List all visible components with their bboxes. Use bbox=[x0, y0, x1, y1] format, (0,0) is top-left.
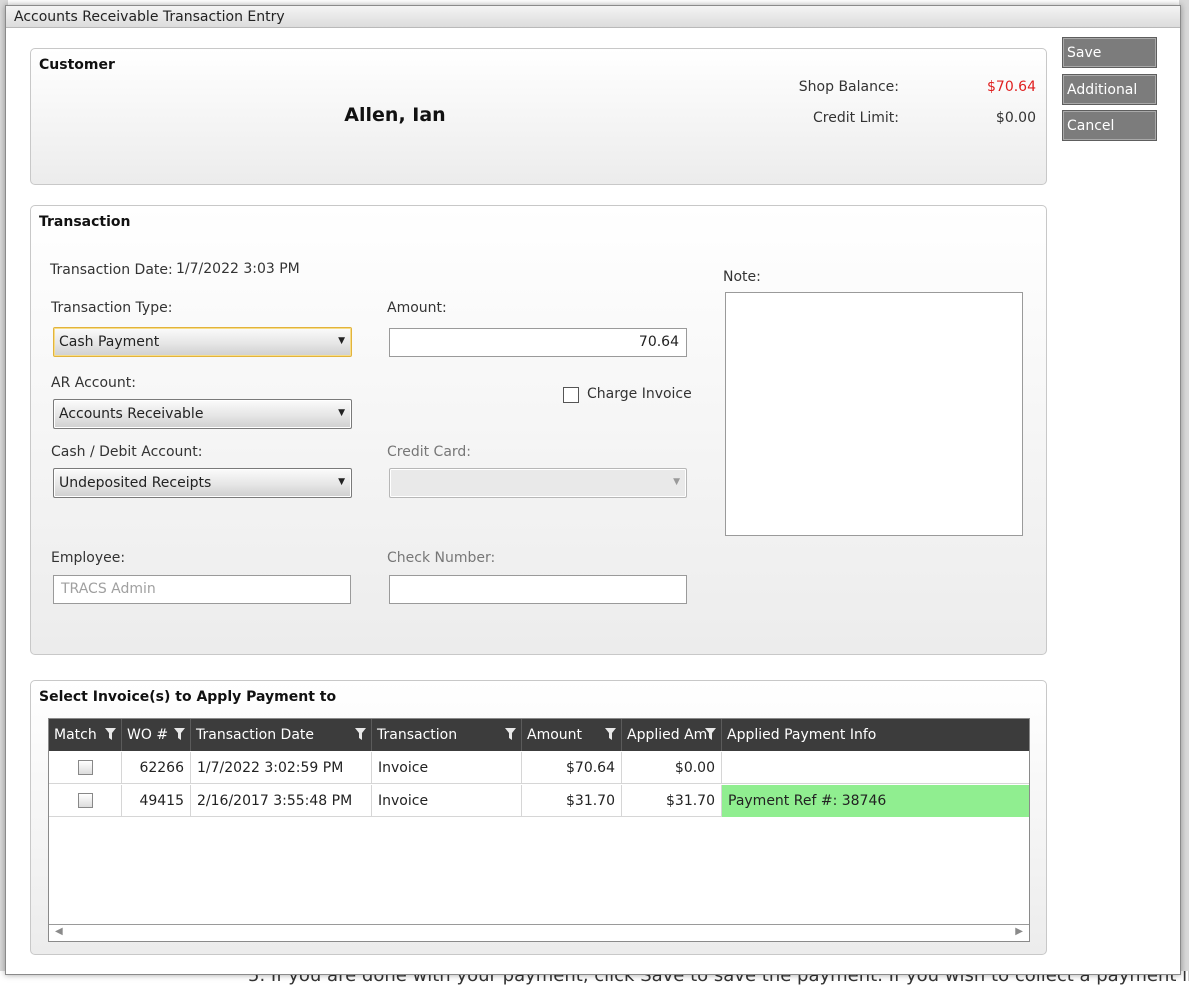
customer-name: Allen, Ian bbox=[344, 104, 446, 126]
customer-section: Customer Allen, Ian Shop Balance: $70.64… bbox=[30, 48, 1047, 185]
transaction-date-label: Transaction Date: bbox=[50, 262, 173, 278]
match-cell bbox=[49, 752, 122, 784]
amount-cell: $70.64 bbox=[522, 752, 622, 784]
cancel-button[interactable]: Cancel bbox=[1062, 110, 1157, 141]
applied-payment-info-cell: Payment Ref #: 38746 bbox=[722, 785, 1029, 817]
transaction-date-value: 1/7/2022 3:03 PM bbox=[176, 261, 300, 277]
column-header-applied-amount[interactable]: Applied Am bbox=[622, 719, 722, 751]
column-header-wo[interactable]: WO # bbox=[122, 719, 191, 751]
amount-label: Amount: bbox=[387, 300, 447, 316]
applied-payment-info-cell bbox=[722, 752, 1029, 784]
transaction-type-value: Cash Payment bbox=[59, 334, 160, 350]
charge-invoice-label: Charge Invoice bbox=[587, 386, 692, 402]
filter-icon[interactable] bbox=[174, 728, 185, 741]
column-header-transaction[interactable]: Transaction bbox=[372, 719, 522, 751]
credit-card-dropdown[interactable]: ▼ bbox=[389, 468, 687, 498]
transaction-type-dropdown[interactable]: Cash Payment ▼ bbox=[53, 327, 352, 357]
filter-icon[interactable] bbox=[705, 728, 716, 741]
match-cell bbox=[49, 785, 122, 817]
check-number-input[interactable] bbox=[389, 575, 687, 604]
cash-debit-account-label: Cash / Debit Account: bbox=[51, 444, 203, 460]
scroll-right-icon[interactable]: ▶ bbox=[1015, 926, 1023, 937]
credit-card-label: Credit Card: bbox=[387, 444, 472, 460]
amount-input[interactable]: 70.64 bbox=[389, 328, 687, 357]
customer-section-title: Customer bbox=[39, 57, 115, 73]
column-header-amount[interactable]: Amount bbox=[522, 719, 622, 751]
table-row[interactable]: 49415 2/16/2017 3:55:48 PM Invoice $31.7… bbox=[49, 785, 1029, 817]
note-label: Note: bbox=[723, 269, 761, 285]
horizontal-scrollbar[interactable]: ◀ ▶ bbox=[49, 924, 1029, 941]
transaction-cell: Invoice bbox=[372, 752, 522, 784]
note-textarea[interactable] bbox=[725, 292, 1023, 536]
amount-cell: $31.70 bbox=[522, 785, 622, 817]
employee-field[interactable]: TRACS Admin bbox=[53, 575, 351, 604]
match-checkbox[interactable] bbox=[78, 760, 93, 775]
scroll-left-icon[interactable]: ◀ bbox=[55, 926, 63, 937]
wo-cell: 49415 bbox=[122, 785, 191, 817]
filter-icon[interactable] bbox=[505, 728, 516, 741]
ar-account-value: Accounts Receivable bbox=[59, 406, 204, 422]
credit-limit-value: $0.00 bbox=[995, 110, 1036, 126]
ar-account-dropdown[interactable]: Accounts Receivable ▼ bbox=[53, 399, 352, 429]
wo-cell: 62266 bbox=[122, 752, 191, 784]
chevron-down-icon: ▼ bbox=[338, 336, 345, 346]
chevron-down-icon: ▼ bbox=[338, 408, 345, 418]
transaction-date-cell: 1/7/2022 3:02:59 PM bbox=[191, 752, 372, 784]
chevron-down-icon: ▼ bbox=[673, 477, 680, 487]
match-checkbox[interactable] bbox=[78, 793, 93, 808]
invoice-grid: Match WO # Transaction Date Transaction … bbox=[48, 718, 1030, 942]
transaction-section-title: Transaction bbox=[39, 214, 131, 230]
shop-balance-value: $70.64 bbox=[987, 79, 1036, 95]
dialog-title[interactable]: Accounts Receivable Transaction Entry bbox=[6, 6, 1180, 28]
cash-debit-account-dropdown[interactable]: Undeposited Receipts ▼ bbox=[53, 468, 352, 498]
transaction-type-label: Transaction Type: bbox=[51, 300, 173, 316]
table-row[interactable]: 62266 1/7/2022 3:02:59 PM Invoice $70.64… bbox=[49, 752, 1029, 784]
transaction-cell: Invoice bbox=[372, 785, 522, 817]
invoices-section-title: Select Invoice(s) to Apply Payment to bbox=[39, 689, 337, 705]
credit-limit-label: Credit Limit: bbox=[813, 110, 899, 126]
applied-amount-cell: $0.00 bbox=[622, 752, 722, 784]
chevron-down-icon: ▼ bbox=[338, 477, 345, 487]
applied-amount-cell: $31.70 bbox=[622, 785, 722, 817]
employee-label: Employee: bbox=[51, 550, 126, 566]
column-header-match[interactable]: Match bbox=[49, 719, 122, 751]
filter-icon[interactable] bbox=[355, 728, 366, 741]
check-number-label: Check Number: bbox=[387, 550, 496, 566]
ar-transaction-dialog: Accounts Receivable Transaction Entry Sa… bbox=[5, 5, 1181, 975]
ar-account-label: AR Account: bbox=[51, 375, 136, 391]
additional-button[interactable]: Additional bbox=[1062, 74, 1157, 105]
filter-icon[interactable] bbox=[105, 728, 116, 741]
column-header-applied-payment-info[interactable]: Applied Payment Info bbox=[722, 719, 1029, 751]
transaction-section: Transaction Transaction Date: 1/7/2022 3… bbox=[30, 205, 1047, 655]
cash-debit-account-value: Undeposited Receipts bbox=[59, 475, 212, 491]
invoice-grid-header: Match WO # Transaction Date Transaction … bbox=[49, 719, 1029, 751]
filter-icon[interactable] bbox=[605, 728, 616, 741]
charge-invoice-checkbox[interactable] bbox=[563, 387, 579, 403]
invoices-section: Select Invoice(s) to Apply Payment to Ma… bbox=[30, 680, 1047, 955]
transaction-date-cell: 2/16/2017 3:55:48 PM bbox=[191, 785, 372, 817]
save-button[interactable]: Save bbox=[1062, 37, 1157, 68]
column-header-transaction-date[interactable]: Transaction Date bbox=[191, 719, 372, 751]
shop-balance-label: Shop Balance: bbox=[798, 79, 899, 95]
